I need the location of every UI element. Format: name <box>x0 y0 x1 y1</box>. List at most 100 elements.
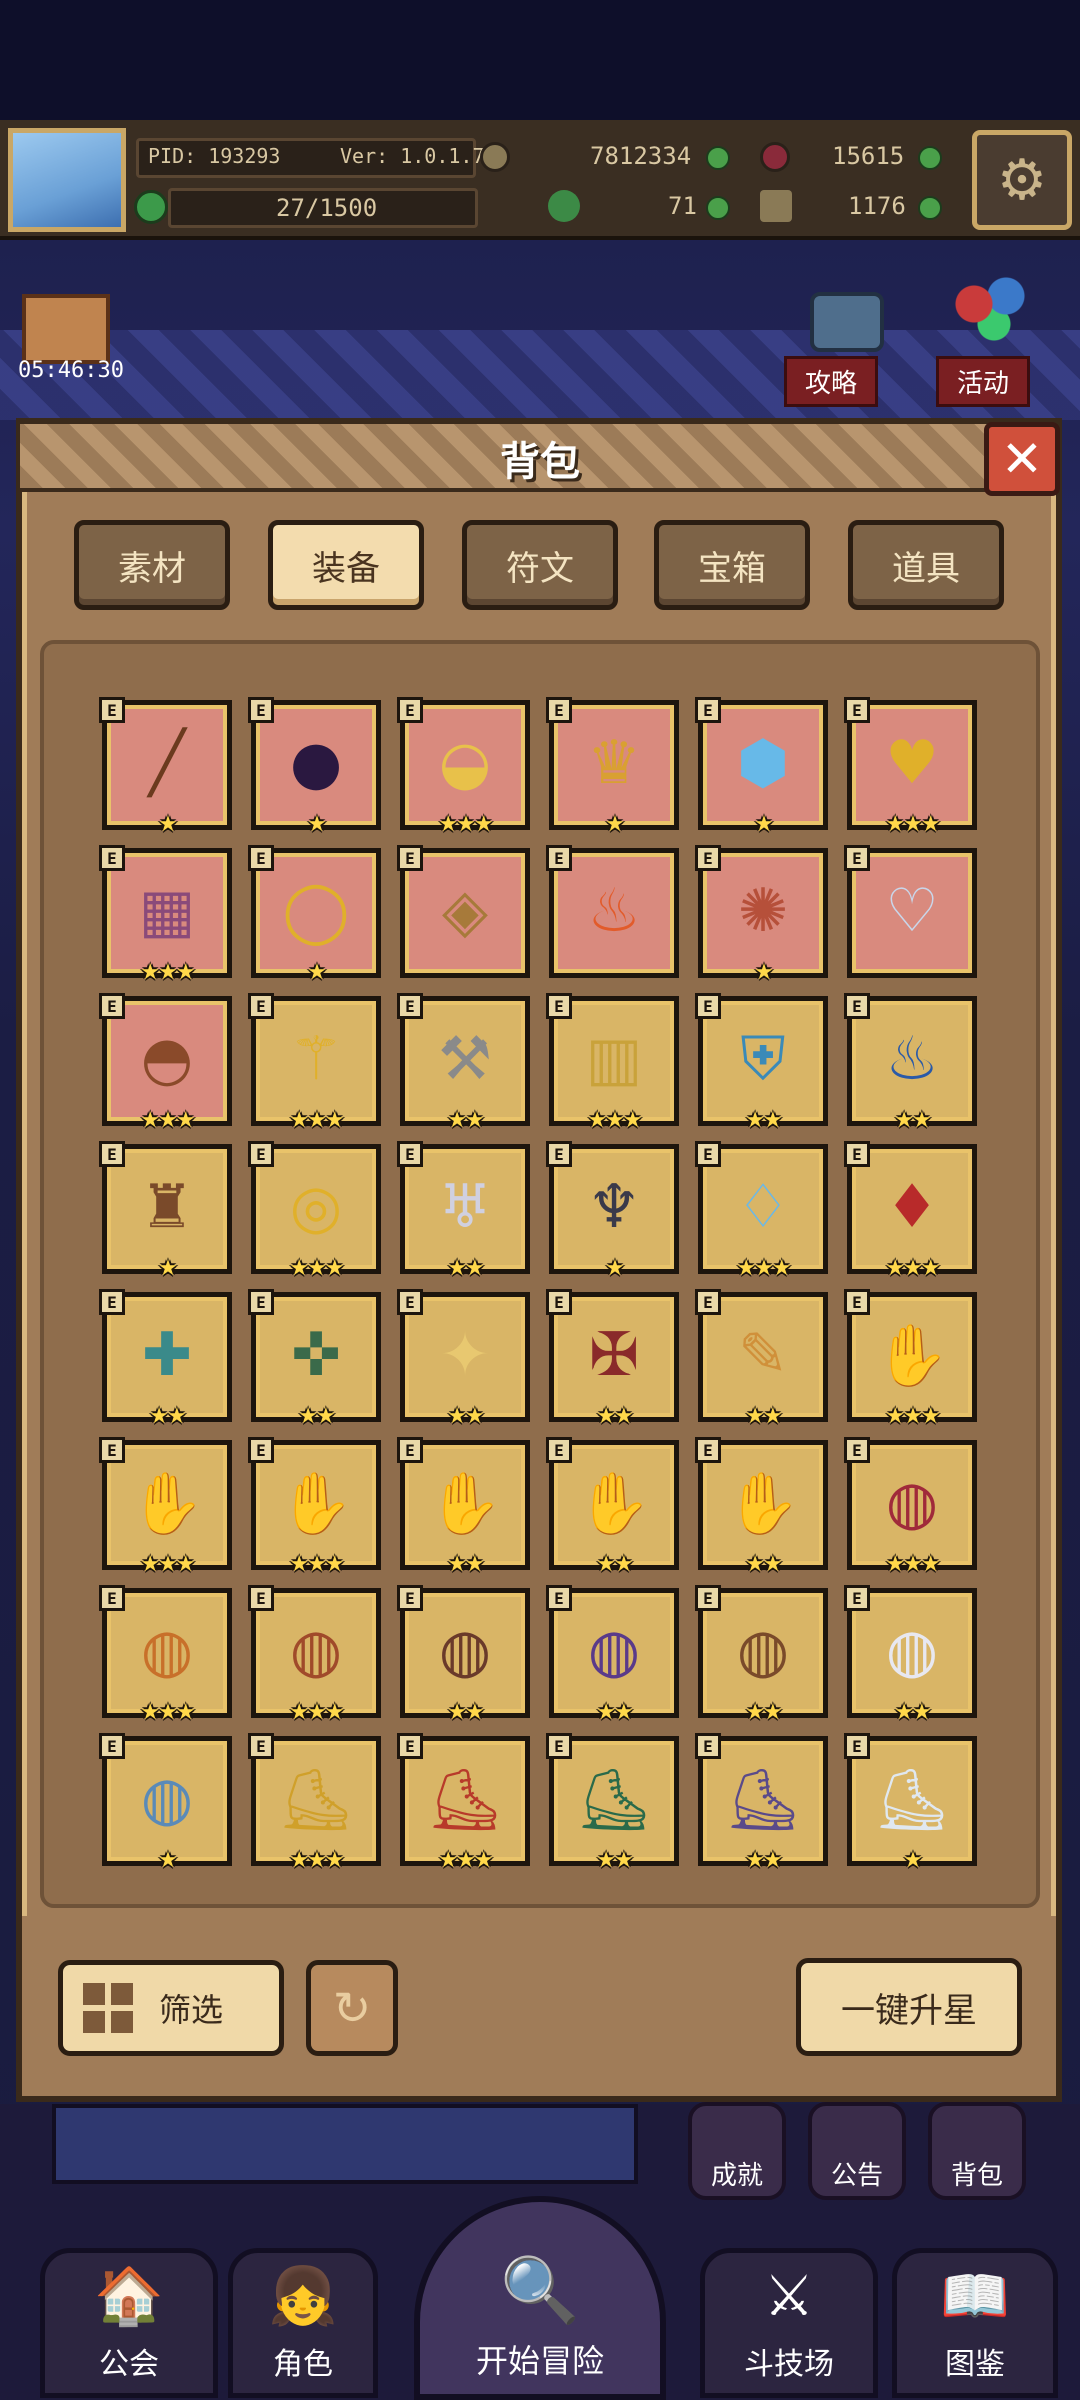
equipment-slot[interactable]: E ♡ <box>844 845 977 978</box>
gift-box-icon[interactable] <box>22 294 110 364</box>
gold-add-icon[interactable] <box>706 146 730 170</box>
equipment-slot[interactable]: E ▥ ★★★ <box>546 993 679 1133</box>
equipment-slot[interactable]: E ◎ ★★★ <box>248 1141 381 1281</box>
refresh-icon[interactable]: ↻ <box>306 1960 398 2056</box>
stamina-icon <box>134 190 168 224</box>
ice-armor-icon: ♢ <box>736 1172 790 1242</box>
bronze-bracer-icon: ✋ <box>427 1468 503 1539</box>
equipment-slot[interactable]: E ♜ ★ <box>99 1141 232 1281</box>
equipment-slot[interactable]: E ♨ <box>546 845 679 978</box>
notice-button[interactable]: 公告 <box>808 2102 906 2200</box>
equip-badge: E <box>695 1585 721 1611</box>
equipment-slot[interactable]: E ◈ <box>397 845 530 978</box>
star-rating: ★ <box>158 1848 178 1873</box>
equipment-slot[interactable]: E ✚ ★★ <box>99 1289 232 1429</box>
one-click-star-up-button[interactable]: 一键升星 <box>796 1958 1022 2056</box>
equipment-slot[interactable]: E ♆ ★ <box>546 1141 679 1281</box>
equip-badge: E <box>99 697 125 723</box>
tab-materials[interactable]: 素材 <box>74 520 230 610</box>
equipment-slot[interactable]: E ▦ ★★★ <box>99 845 232 985</box>
equipment-slot[interactable]: E ◍ ★★★ <box>248 1585 381 1725</box>
equipment-slot[interactable]: E ♅ ★★ <box>397 1141 530 1281</box>
equipment-slot[interactable]: E ◍ ★★ <box>844 1585 977 1725</box>
equipment-slot[interactable]: E ◒ ★★★ <box>397 697 530 837</box>
star-rating: ★★ <box>596 1552 633 1577</box>
equipment-slot[interactable]: E ✠ ★★ <box>546 1289 679 1429</box>
equipment-slot[interactable]: E ♨ ★★ <box>844 993 977 1133</box>
bag-button[interactable]: 背包 <box>928 2102 1026 2200</box>
equipment-slot[interactable]: E ⛸ ★★★ <box>397 1733 530 1873</box>
events-button[interactable]: 活动 <box>936 356 1031 407</box>
key-add-icon[interactable] <box>918 196 942 220</box>
equipment-slot[interactable]: E ♥ ★★★ <box>844 697 977 837</box>
nav-guild[interactable]: 🏠 公会 <box>40 2248 218 2398</box>
equipment-slot[interactable]: E ⛨ ★★ <box>695 993 828 1133</box>
star-rating: ★★★ <box>289 1552 344 1577</box>
equipment-slot[interactable]: E ♦ ★★★ <box>844 1141 977 1281</box>
equipment-slot[interactable]: E ◯ ★ <box>248 845 381 985</box>
equip-badge: E <box>248 1585 274 1611</box>
balloons-icon[interactable] <box>950 272 1030 352</box>
clover-amount: 71 <box>668 192 697 220</box>
equipment-slot[interactable]: E ✋ ★★★ <box>844 1289 977 1429</box>
equip-badge: E <box>248 1437 274 1463</box>
equip-badge: E <box>99 1289 125 1315</box>
equipment-slot[interactable]: E ◍ ★★★ <box>99 1585 232 1725</box>
equipment-slot[interactable]: E ⛸ ★★ <box>695 1733 828 1873</box>
equipment-slot[interactable]: E ⛸ ★★ <box>546 1733 679 1873</box>
equip-badge: E <box>546 697 572 723</box>
achievements-button[interactable]: 成就 <box>688 2102 786 2200</box>
guide-icon[interactable] <box>810 292 884 352</box>
banner-carousel[interactable] <box>52 2104 638 2184</box>
filter-button[interactable]: 筛选 <box>58 1960 284 2056</box>
equipment-slot[interactable]: E ✜ ★★ <box>248 1289 381 1429</box>
player-avatar[interactable] <box>8 128 126 232</box>
guide-button[interactable]: 攻略 <box>784 356 879 407</box>
nav-character[interactable]: 👧 角色 <box>228 2248 378 2398</box>
equipment-slot[interactable]: E ◓ ★★★ <box>99 993 232 1133</box>
star-rating: ★★ <box>745 1700 782 1725</box>
equip-badge: E <box>99 1733 125 1759</box>
nav-arena[interactable]: ⚔ 斗技场 <box>700 2248 878 2398</box>
equipment-slot[interactable]: E ✺ ★ <box>695 845 828 985</box>
crystal-helm-icon: ⬢ <box>736 728 790 798</box>
tab-items[interactable]: 道具 <box>848 520 1004 610</box>
close-icon[interactable]: ✕ <box>984 422 1060 496</box>
equipment-slot[interactable]: E ✋ ★★★ <box>99 1437 232 1577</box>
equipment-slot[interactable]: E ⛸ ★★★ <box>248 1733 381 1873</box>
equipment-slot[interactable]: E ⚒ ★★ <box>397 993 530 1133</box>
equipment-slot[interactable]: E ♛ ★ <box>546 697 679 837</box>
gold-circlet-icon: ◎ <box>289 1172 343 1242</box>
green-boots-icon: ⛸ <box>575 1764 653 1835</box>
equip-badge: E <box>546 1437 572 1463</box>
settings-gear-icon[interactable]: ⚙ <box>972 130 1072 230</box>
gem-add-icon[interactable] <box>918 146 942 170</box>
equipment-slot[interactable]: E ✋ ★★★ <box>248 1437 381 1577</box>
equipment-slot[interactable]: E ◍ ★★ <box>695 1585 828 1725</box>
equipment-slot[interactable]: E ⚚ ★★★ <box>248 993 381 1133</box>
equipment-slot[interactable]: E ✋ ★★ <box>695 1437 828 1577</box>
equipment-slot[interactable]: E ● ★ <box>248 697 381 837</box>
equipment-slot[interactable]: E ◍ ★ <box>99 1733 232 1873</box>
nav-codex[interactable]: 📖 图鉴 <box>892 2248 1058 2398</box>
battle-axe-icon: ⚒ <box>438 1024 492 1094</box>
tab-equipment[interactable]: 装备 <box>268 520 424 610</box>
equipment-slot[interactable]: E ✦ ★★ <box>397 1289 530 1429</box>
equipment-slot[interactable]: E ✎ ★★ <box>695 1289 828 1429</box>
bag-title: 背包 <box>500 439 580 485</box>
clover-add-icon[interactable] <box>706 196 730 220</box>
equip-badge: E <box>99 1585 125 1611</box>
equipment-slot[interactable]: E ⬢ ★ <box>695 697 828 837</box>
tab-runes[interactable]: 符文 <box>462 520 618 610</box>
equipment-slot[interactable]: E ◍ ★★ <box>397 1585 530 1725</box>
equipment-slot[interactable]: E ◍ ★★★ <box>844 1437 977 1577</box>
equipment-slot[interactable]: E ⛸ ★ <box>844 1733 977 1873</box>
equipment-slot[interactable]: E ✋ ★★ <box>546 1437 679 1577</box>
equipment-slot[interactable]: E ╱ ★ <box>99 697 232 837</box>
equipment-slot[interactable]: E ♢ ★★★ <box>695 1141 828 1281</box>
equipment-slot[interactable]: E ◍ ★★ <box>546 1585 679 1725</box>
gem-bracer-icon: ◈ <box>441 876 489 946</box>
equipment-slot[interactable]: E ✋ ★★ <box>397 1437 530 1577</box>
tab-chests[interactable]: 宝箱 <box>654 520 810 610</box>
clover-icon <box>548 190 580 222</box>
